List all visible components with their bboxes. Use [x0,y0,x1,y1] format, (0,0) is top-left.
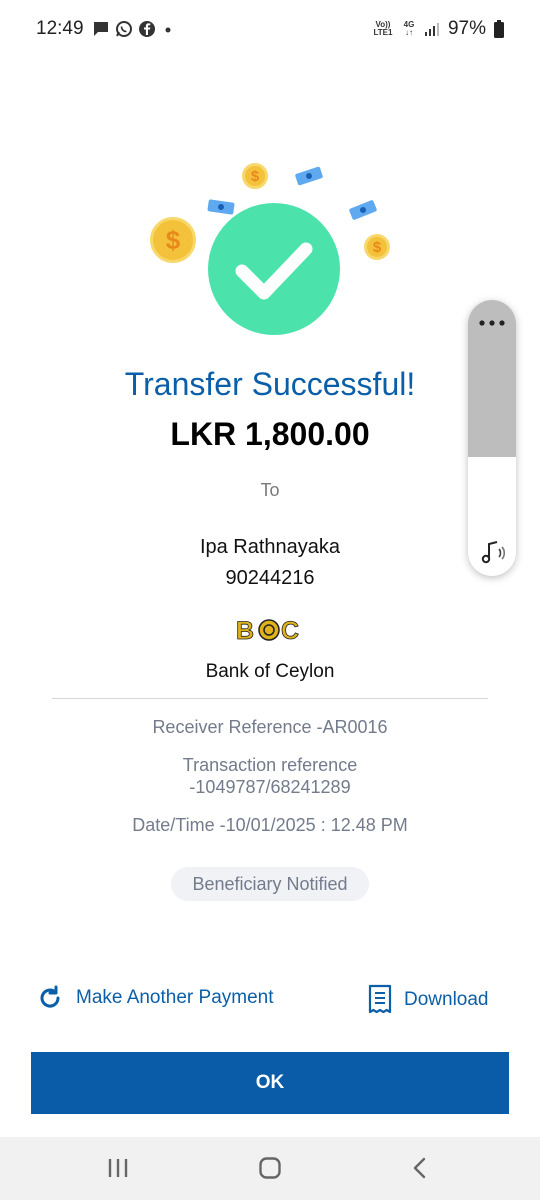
money-bill-icon [348,199,378,221]
svg-text:C: C [281,617,299,644]
navigation-bar [0,1137,540,1200]
volume-more-options-button[interactable] [468,300,516,346]
facebook-icon [139,21,155,37]
dollar-coin-icon: $ [242,163,268,189]
status-time: 12:49 [36,18,84,39]
download-button[interactable]: Download [368,984,489,1016]
dot-icon [165,27,171,33]
network-type-indicator: 4G ↓↑ [403,20,415,37]
page-title: Transfer Successful! [124,366,416,402]
back-icon [413,1157,426,1179]
home-button[interactable] [250,1153,290,1183]
success-check-icon [208,203,340,335]
message-icon [94,22,108,36]
make-another-payment-label: Make Another Payment [76,987,274,1008]
beneficiary-notified-badge: Beneficiary Notified [171,867,369,901]
status-bar: 12:49 Vo)) LTE1 4G ↓↑ 97% [0,0,540,60]
ok-button[interactable]: OK [31,1052,509,1114]
recent-apps-icon [108,1159,128,1177]
back-button[interactable] [400,1153,440,1183]
volume-panel [468,300,516,576]
transaction-reference-value: -1049787/68241289 [189,777,351,797]
boc-logo-icon: B C [236,617,299,644]
dollar-coin-icon: $ [150,217,196,263]
svg-text:B: B [236,617,254,644]
music-note-icon [481,541,506,564]
receiver-reference: Receiver Reference -AR0016 [152,717,388,737]
bank-logo: B C [236,616,302,644]
success-illustration: $ $ $ [140,155,400,355]
recent-apps-button[interactable] [98,1153,138,1183]
recipient-account-number: 90244216 [225,567,315,589]
receipt-icon [368,984,392,1014]
signal-icon [424,23,439,36]
transfer-amount: LKR 1,800.00 [170,416,370,452]
more-horizontal-icon [479,320,505,326]
system-status-icons: Vo)) LTE1 4G ↓↑ 97% [372,18,504,40]
recipient-name: Ipa Rathnayaka [199,536,341,558]
battery-icon [494,20,504,38]
battery-percentage: 97% [447,18,486,39]
to-label: To [260,480,280,500]
home-icon [259,1157,281,1179]
volte-indicator: Vo)) LTE1 [373,20,393,37]
make-another-payment-button[interactable]: Make Another Payment [36,984,274,1012]
refresh-icon [40,985,60,1008]
dollar-coin-icon: $ [364,234,390,260]
divider [52,698,488,699]
download-label: Download [404,989,489,1010]
transaction-reference-label: Transaction reference [182,755,358,775]
transaction-date-time: Date/Time -10/01/2025 : 12.48 PM [132,815,408,835]
notification-icons [92,20,175,38]
whatsapp-icon [116,21,132,37]
media-volume-button[interactable] [478,538,508,566]
bank-name: Bank of Ceylon [205,661,335,682]
money-bill-icon [294,166,324,186]
